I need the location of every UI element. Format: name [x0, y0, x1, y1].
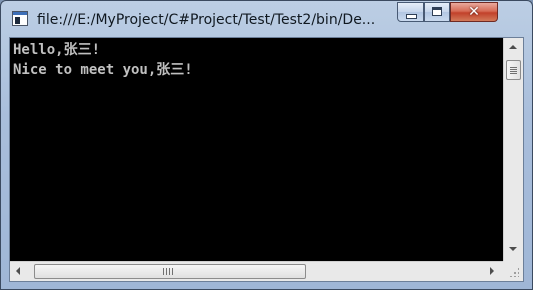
arrow-left-icon[interactable] [16, 267, 20, 275]
window-title: file:///E:/MyProject/C#Project/Test/Test… [37, 12, 376, 28]
close-icon: ✕ [468, 4, 480, 20]
console-output[interactable]: Hello,张三! Nice to meet you,张三! [10, 38, 503, 261]
minimize-button[interactable] [397, 2, 424, 22]
maximize-icon [432, 7, 442, 16]
maximize-button[interactable] [424, 2, 450, 22]
console-line: Hello,张三! [13, 42, 101, 58]
horizontal-scrollbar[interactable] [10, 261, 503, 281]
arrow-right-icon[interactable] [490, 267, 494, 275]
scrollbar-corner [503, 261, 523, 281]
minimize-icon [406, 14, 417, 19]
console-line: Nice to meet you,张三! [13, 62, 193, 78]
vertical-scrollbar[interactable] [503, 38, 523, 261]
console-window: file:///E:/MyProject/C#Project/Test/Test… [0, 0, 533, 290]
arrow-down-icon[interactable] [509, 247, 517, 251]
vertical-scroll-thumb[interactable] [506, 60, 521, 80]
close-button[interactable]: ✕ [450, 2, 498, 22]
horizontal-scroll-thumb[interactable] [34, 264, 306, 279]
console-client-area: Hello,张三! Nice to meet you,张三! [9, 37, 524, 282]
title-bar[interactable]: file:///E:/MyProject/C#Project/Test/Test… [1, 1, 532, 37]
arrow-up-icon[interactable] [509, 45, 517, 49]
console-app-icon[interactable] [12, 11, 28, 26]
resize-grip-icon[interactable] [509, 267, 519, 277]
